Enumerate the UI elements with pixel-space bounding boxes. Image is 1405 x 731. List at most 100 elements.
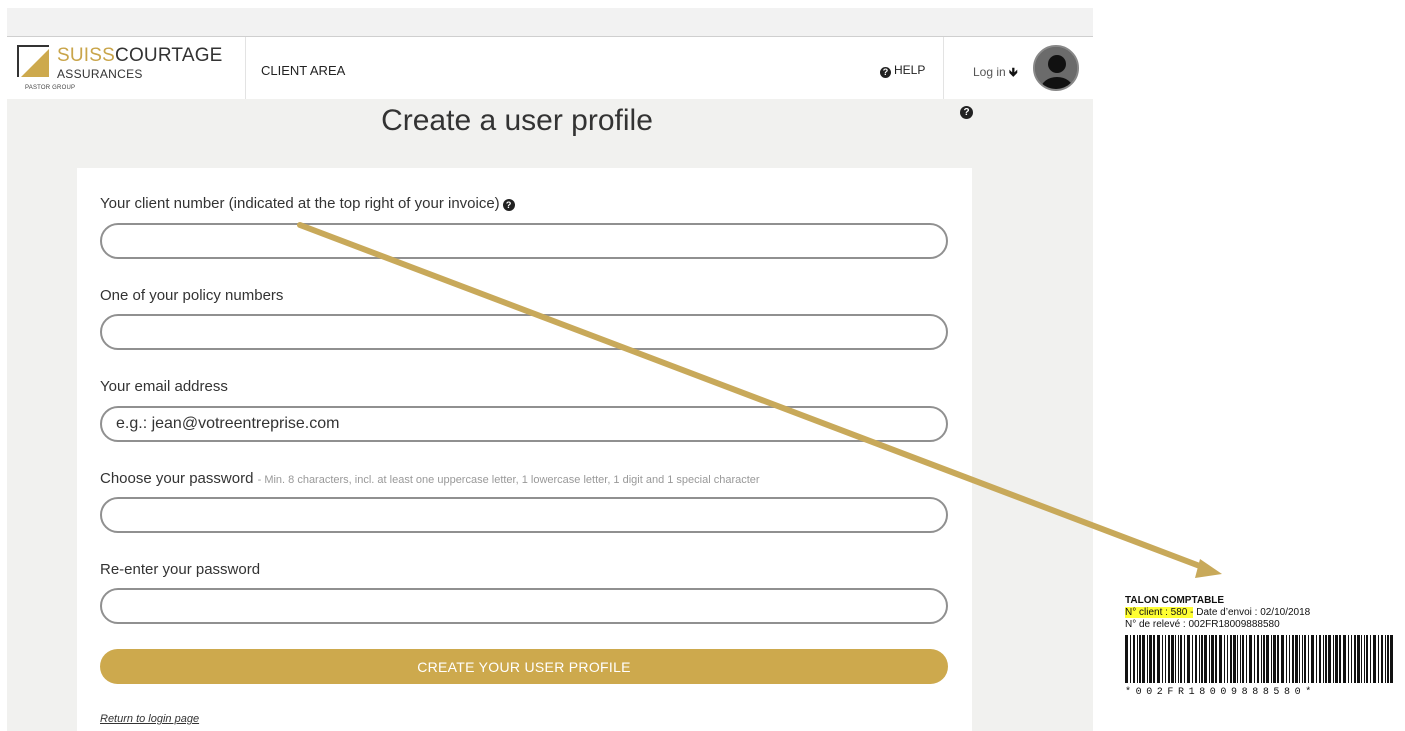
- email-label: Your email address: [100, 378, 228, 395]
- barcode-bar: [1289, 635, 1290, 683]
- barcode-bar: [1364, 635, 1365, 683]
- barcode-bar: [1201, 635, 1203, 683]
- barcode-bar: [1246, 635, 1247, 683]
- create-profile-button[interactable]: CREATE YOUR USER PROFILE: [100, 649, 948, 684]
- barcode-bar: [1292, 635, 1294, 683]
- barcode-bar: [1266, 635, 1269, 683]
- barcode-bar: [1378, 635, 1379, 683]
- barcode-text: *002FR18009888580*: [1125, 687, 1316, 698]
- barcode-bar: [1273, 635, 1276, 683]
- login-button[interactable]: Log in 🡻: [973, 63, 1018, 84]
- barcode-bar: [1335, 635, 1338, 683]
- barcode-bar: [1209, 635, 1210, 683]
- barcode-bar: [1211, 635, 1214, 683]
- barcode-bar: [1178, 635, 1179, 683]
- question-circle-icon[interactable]: ?: [502, 199, 515, 211]
- barcode: [1125, 635, 1393, 683]
- barcode-bar: [1311, 635, 1314, 683]
- barcode-bar: [1242, 635, 1244, 683]
- client-number-input[interactable]: [100, 223, 948, 259]
- barcode-bar: [1286, 635, 1287, 683]
- barcode-bar: [1308, 635, 1309, 683]
- invoice-slip: TALON COMPTABLE N° client : 580 - Date d…: [1125, 595, 1400, 631]
- logo-mark-icon: [17, 45, 49, 77]
- barcode-bar: [1175, 635, 1176, 683]
- barcode-bar: [1168, 635, 1170, 683]
- barcode-bar: [1299, 635, 1300, 683]
- barcode-bar: [1149, 635, 1152, 683]
- avatar[interactable]: [1033, 45, 1079, 91]
- barcode-bar: [1184, 635, 1185, 683]
- logo-brand: SUISSCOURTAGE: [57, 45, 223, 66]
- barcode-bar: [1339, 635, 1341, 683]
- barcode-bar: [1233, 635, 1236, 683]
- barcode-bar: [1366, 635, 1368, 683]
- barcode-bar: [1162, 635, 1163, 683]
- barcode-bar: [1137, 635, 1138, 683]
- barcode-bar: [1153, 635, 1155, 683]
- barcode-bar: [1333, 635, 1334, 683]
- nav-client-area[interactable]: CLIENT AREA: [261, 63, 345, 78]
- barcode-bar: [1227, 635, 1228, 683]
- password-confirm-input[interactable]: [100, 588, 948, 624]
- barcode-bar: [1381, 635, 1383, 683]
- barcode-bar: [1351, 635, 1352, 683]
- barcode-bar: [1224, 635, 1225, 683]
- page-title: Create a user profile: [381, 104, 653, 137]
- password-hint: - Min. 8 characters, incl. at least one …: [257, 474, 760, 486]
- help-link[interactable]: ? HELP: [880, 63, 925, 78]
- barcode-bar: [1204, 635, 1207, 683]
- barcode-bar: [1230, 635, 1232, 683]
- barcode-bar: [1187, 635, 1190, 683]
- barcode-bar: [1325, 635, 1327, 683]
- barcode-bar: [1390, 635, 1393, 683]
- barcode-bar: [1316, 635, 1317, 683]
- header-divider: [245, 37, 246, 100]
- barcode-bar: [1328, 635, 1331, 683]
- question-circle-icon[interactable]: ?: [960, 106, 973, 119]
- barcode-bar: [1373, 635, 1376, 683]
- barcode-bar: [1142, 635, 1145, 683]
- barcode-bar: [1357, 635, 1360, 683]
- barcode-bar: [1257, 635, 1259, 683]
- barcode-bar: [1385, 635, 1386, 683]
- barcode-bar: [1304, 635, 1306, 683]
- password-label: Choose your password - Min. 8 characters…: [100, 470, 760, 487]
- barcode-bar: [1171, 635, 1174, 683]
- email-input[interactable]: [100, 406, 948, 442]
- arrow-down-icon: 🡻: [1009, 65, 1018, 79]
- barcode-bar: [1302, 635, 1303, 683]
- barcode-bar: [1139, 635, 1141, 683]
- help-label: HELP: [894, 63, 926, 77]
- question-circle-icon: ?: [880, 67, 891, 78]
- barcode-bar: [1277, 635, 1279, 683]
- barcode-bar: [1240, 635, 1241, 683]
- logo-subtitle: ASSURANCES: [57, 67, 143, 81]
- policy-number-label: One of your policy numbers: [100, 287, 284, 304]
- barcode-bar: [1281, 635, 1284, 683]
- barcode-bar: [1354, 635, 1356, 683]
- site-header: SUISSCOURTAGE ASSURANCES PASTOR GROUP CL…: [7, 36, 1093, 100]
- logo[interactable]: SUISSCOURTAGE ASSURANCES PASTOR GROUP: [17, 43, 237, 95]
- barcode-bar: [1361, 635, 1362, 683]
- user-silhouette-icon: [1035, 47, 1077, 89]
- barcode-bar: [1195, 635, 1197, 683]
- barcode-bar: [1323, 635, 1324, 683]
- header-divider: [943, 37, 944, 100]
- login-label: Log in: [973, 65, 1006, 79]
- barcode-bar: [1370, 635, 1371, 683]
- barcode-bar: [1199, 635, 1200, 683]
- password-input[interactable]: [100, 497, 948, 533]
- barcode-bar: [1387, 635, 1389, 683]
- barcode-bar: [1271, 635, 1272, 683]
- barcode-bar: [1215, 635, 1217, 683]
- barcode-bar: [1219, 635, 1222, 683]
- barcode-bar: [1237, 635, 1238, 683]
- password-confirm-label: Re-enter your password: [100, 561, 261, 578]
- slip-statement-line: N° de relevé : 002FR18009888580: [1125, 619, 1280, 630]
- barcode-bar: [1254, 635, 1255, 683]
- barcode-bar: [1319, 635, 1321, 683]
- policy-number-input[interactable]: [100, 314, 948, 350]
- barcode-bar: [1295, 635, 1298, 683]
- return-to-login-link[interactable]: Return to login page: [100, 713, 199, 725]
